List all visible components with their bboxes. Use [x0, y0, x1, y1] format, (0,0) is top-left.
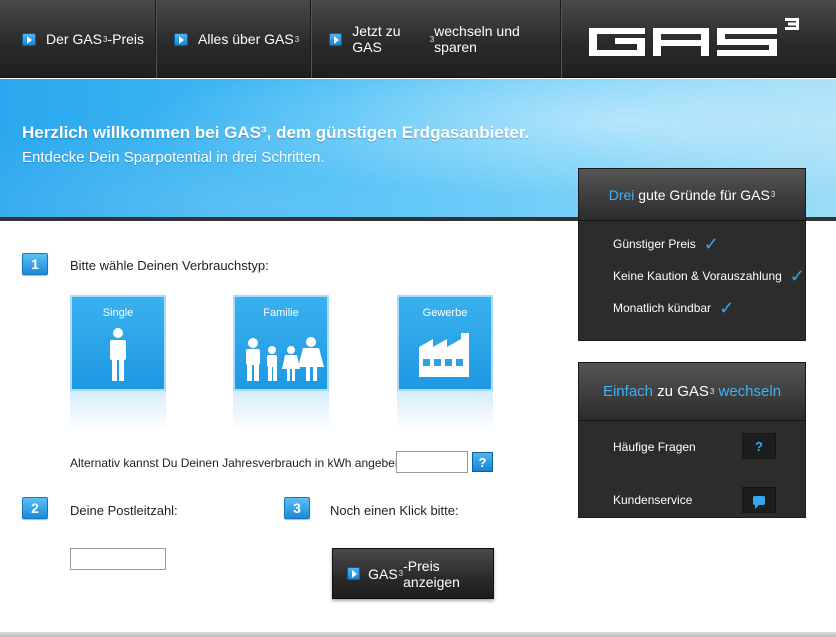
arrow-right-icon: [347, 567, 361, 580]
type-tile-familie[interactable]: Familie: [233, 295, 329, 391]
tile-reflection: [233, 391, 329, 431]
reasons-panel: Drei gute Gründe für GAS 3 Günstiger Prei…: [578, 168, 806, 341]
alternative-consumption-text: Alternativ kannst Du Deinen Jahresverbra…: [70, 456, 405, 470]
switch-title-highlight-2: wechseln: [714, 383, 782, 400]
tile-label: Gewerbe: [422, 307, 468, 319]
single-person-icon: [110, 328, 126, 381]
button-label: GAS: [368, 565, 398, 582]
top-navigation: Der GAS 3 -Preis Alles über GAS 3 Jetzt zu …: [0, 0, 836, 78]
faq-link[interactable]: Häufige Fragen: [613, 440, 696, 454]
reason-text: Monatlich kündbar: [613, 301, 712, 315]
factory-icon: [419, 333, 469, 377]
step-3-badge: 3: [284, 497, 310, 519]
reason-item: Günstiger Preis ✓: [613, 235, 719, 253]
nav-sup: 3: [294, 34, 300, 44]
nav-label-post: wechseln und sparen: [434, 23, 520, 55]
step-2-label: Deine Postleitzahl:: [70, 503, 178, 518]
step-1-badge: 1: [22, 253, 48, 275]
tile-label: Single: [102, 307, 134, 319]
arrow-right-icon: [174, 32, 188, 46]
question-icon[interactable]: ?: [742, 433, 776, 459]
nav-item-gas-preis[interactable]: Der GAS 3 -Preis: [0, 0, 156, 78]
switch-title-highlight-1: Einfach: [602, 383, 654, 400]
kwh-input[interactable]: [396, 451, 468, 473]
reason-text: Günstiger Preis: [613, 237, 696, 251]
reasons-title-rest: gute Gründe für GAS: [634, 186, 770, 203]
type-tile-single[interactable]: Single: [70, 295, 166, 391]
tile-reflection: [397, 391, 493, 431]
reasons-title-highlight: Drei: [608, 186, 635, 203]
reason-item: Keine Kaution & Vorauszahlung ✓: [613, 267, 805, 285]
checkmark-icon: ✓: [719, 298, 735, 318]
button-label-post: -Preis anzeigen: [403, 557, 460, 590]
arrow-right-icon: [22, 32, 36, 46]
chat-icon: [753, 495, 765, 509]
nav-label: Der GAS: [46, 31, 103, 47]
arrow-right-icon: [329, 32, 343, 46]
nav-label: Jetzt zu GAS: [352, 23, 401, 55]
chat-icon-button[interactable]: [742, 487, 776, 513]
help-button[interactable]: ?: [472, 452, 493, 472]
footer-divider: [0, 632, 836, 637]
step-2-badge: 2: [22, 497, 48, 519]
reason-item: Monatlich kündbar ✓: [613, 299, 734, 317]
family-icon: [246, 337, 324, 381]
tile-label: Familie: [263, 307, 299, 319]
tile-reflection: [70, 391, 166, 431]
checkmark-icon: ✓: [789, 266, 805, 286]
switch-title-mid: zu GAS: [653, 383, 709, 400]
banner-subline: Entdecke Dein Sparpotential in drei Schr…: [22, 149, 325, 166]
customer-service-link[interactable]: Kundenservice: [613, 493, 692, 507]
nav-label: Alles über GAS: [198, 31, 294, 47]
banner-headline: Herzlich willkommen bei GAS³, dem günsti…: [22, 123, 530, 142]
step-3-label: Noch einen Klick bitte:: [330, 503, 459, 518]
show-price-button[interactable]: GAS 3 -Preis anzeigen: [332, 548, 494, 599]
reason-text: Keine Kaution & Vorauszahlung: [613, 269, 782, 283]
logo[interactable]: [560, 0, 836, 78]
postal-code-input[interactable]: [70, 548, 166, 570]
switch-panel: Einfach zu GAS 3 wechseln Häufige Fragen …: [578, 362, 806, 518]
reasons-title: Drei gute Gründe für GAS 3: [579, 169, 805, 221]
type-tile-gewerbe[interactable]: Gewerbe: [397, 295, 493, 391]
step-1-label: Bitte wähle Deinen Verbrauchstyp:: [70, 258, 269, 273]
reasons-title-sup: 3: [770, 190, 776, 199]
nav-item-alles-ueber-gas[interactable]: Alles über GAS 3: [156, 0, 311, 78]
checkmark-icon: ✓: [703, 234, 719, 254]
nav-label-post: -Preis: [107, 31, 145, 47]
nav-item-wechseln[interactable]: Jetzt zu GAS 3 wechseln und sparen: [311, 0, 558, 78]
switch-title: Einfach zu GAS 3 wechseln: [579, 363, 805, 421]
gas3-logo-icon: [589, 18, 799, 56]
